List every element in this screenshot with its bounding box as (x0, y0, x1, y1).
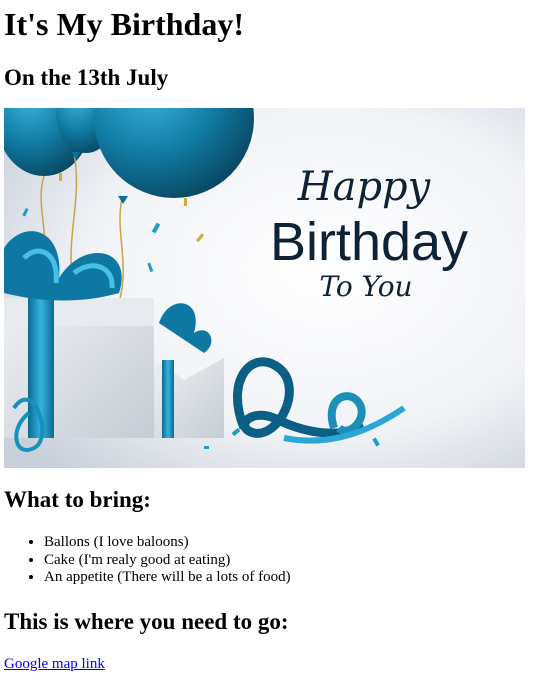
banner-line3: To You (319, 270, 412, 303)
google-map-link[interactable]: Google map link (4, 656, 105, 673)
bring-heading: What to bring: (4, 487, 151, 512)
list-item: Ballons (I love baloons) (44, 534, 291, 552)
banner-line1: Happy (297, 164, 432, 210)
date-heading: On the 13th July (4, 65, 169, 90)
page-body: It's My Birthday! On the 13th July (0, 0, 538, 92)
page-title: It's My Birthday! (4, 6, 244, 42)
banner-line2: Birthday (270, 212, 468, 272)
birthday-banner-image: Happy Birthday To You (4, 108, 525, 468)
list-item: An appetite (There will be a lots of foo… (44, 569, 291, 587)
bring-list: Ballons (I love baloons) Cake (I'm realy… (4, 534, 291, 587)
list-item: Cake (I'm realy good at eating) (44, 552, 291, 570)
directions-heading: This is where you need to go: (4, 609, 289, 634)
